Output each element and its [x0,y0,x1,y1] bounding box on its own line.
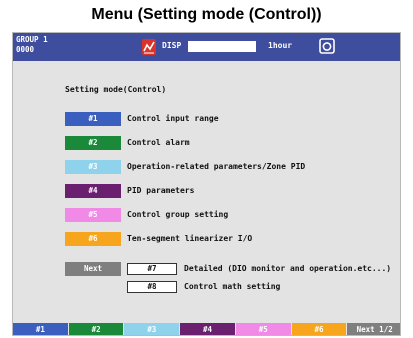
menu-item-key[interactable]: #5 [65,208,121,222]
sub-item-key[interactable]: #8 [127,281,177,293]
softkey-7[interactable]: Next 1/2 [347,323,400,335]
camera-icon[interactable] [319,38,335,54]
softkey-6[interactable]: #6 [291,323,348,335]
softkey-bar: #1 #2 #3 #4 #5 #6 Next 1/2 [13,323,400,335]
menu-item-key[interactable]: #4 [65,184,121,198]
softkey-4[interactable]: #4 [180,323,236,335]
softkey-2[interactable]: #2 [68,323,125,335]
time-period-label: 1hour [268,41,293,50]
menu-item-key[interactable]: #1 [65,112,121,126]
group-indicator[interactable]: GROUP 1 0000 [16,35,48,55]
device-screen: GROUP 1 0000 DISP 1hour Setting mode(Con… [12,32,401,336]
disp-label: DISP [162,41,182,50]
sub-item-label: Control math setting [184,282,281,291]
menu-item-key[interactable]: #2 [65,136,121,150]
menu-item-label: Control input range [127,114,219,123]
group-name: GROUP 1 [16,35,48,44]
page-title: Menu (Setting mode (Control)) [91,6,322,23]
section-heading: Setting mode(Control) [65,85,167,94]
softkey-3[interactable]: #3 [124,323,181,335]
menu-item-label: Ten-segment linearizer I/O [127,234,253,243]
menu-item-label: Control group setting [127,210,229,219]
disp-icon [142,39,156,55]
group-number: 0000 [16,45,35,54]
display-name-box [188,41,256,52]
status-bar: GROUP 1 0000 DISP 1hour [13,33,400,61]
softkey-5[interactable]: #5 [235,323,292,335]
next-button[interactable]: Next [65,262,121,276]
softkey-1[interactable]: #1 [13,323,69,335]
menu-item-label: PID parameters [127,186,195,195]
sub-item-label: Detailed (DIO monitor and operation.etc.… [184,264,392,273]
menu-item-label: Operation-related parameters/Zone PID [127,162,306,171]
menu-item-label: Control alarm [127,138,190,147]
menu-item-key[interactable]: #6 [65,232,121,246]
sub-item-key[interactable]: #7 [127,263,177,275]
menu-item-key[interactable]: #3 [65,160,121,174]
